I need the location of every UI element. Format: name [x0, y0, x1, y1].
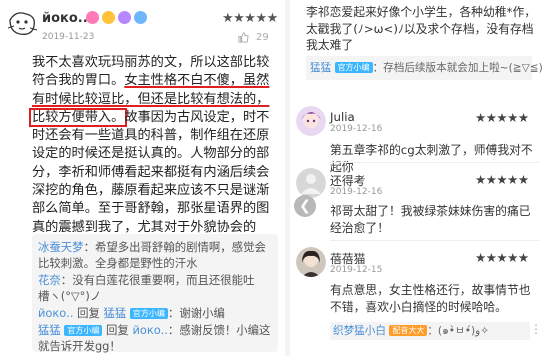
reply-item[interactable]: 猛猛 官方小编 回复 йoко..：感谢反馈！小编这就告诉开发gg！	[38, 322, 272, 354]
reply-author[interactable]: 猛猛	[310, 62, 331, 74]
like-count: 29	[256, 32, 269, 43]
reply-item[interactable]: 织梦猛小白 配音大大 ：(๑•̀ㅂ•́)و✧	[330, 322, 530, 340]
official-editor-tag: 官方小编	[129, 308, 168, 319]
player-badge-icon	[118, 11, 131, 24]
medal-badge-icon	[102, 11, 115, 24]
review-part-4: 故事因为古风设定，时不时还会有一些道具的科普，制作组在还原设定的时候还是挺认真的…	[32, 109, 270, 253]
rating-stars: ★★★★★	[475, 250, 529, 265]
reply-author[interactable]: 猛猛	[38, 323, 61, 337]
reply-verb: 回复	[102, 323, 133, 337]
username[interactable]: йoко..	[42, 11, 88, 26]
reply-target[interactable]: йoко..	[132, 323, 167, 337]
comment-text: 李祁恋爱起来好像个小学生，各种幼稚*作，太戳我了(ﾉ>ω<)ﾉ以及求个存档，没有…	[306, 5, 537, 53]
user-badges	[86, 11, 147, 24]
reply-text: ：存档后续版本就会加上啦~(≧▽≦)/~	[372, 62, 542, 74]
more-options-icon[interactable]: ⋮	[530, 322, 542, 336]
reply-verb: 回复	[73, 306, 104, 320]
reply-author[interactable]: 织梦猛小白	[333, 325, 386, 337]
comment-text: 有点意思，女主性格还行，故事情节也不错，喜欢小白摘怪的时候哈哈。	[330, 283, 531, 314]
like-icon[interactable]	[238, 32, 249, 43]
vip-badge-icon	[134, 11, 147, 24]
user-avatar[interactable]	[296, 106, 326, 136]
rating-stars: ★★★★★	[475, 172, 529, 187]
review-panel-left: йoко.. ★★★★★ 2019-11-23 29 我不太喜欢玩玛丽苏的文，所…	[0, 0, 284, 356]
user-avatar[interactable]	[296, 168, 326, 198]
reply-author[interactable]: йoко..	[38, 306, 73, 320]
comment-date: 2019-12-16	[330, 124, 383, 134]
review-text: 我不太喜欢玩玛丽苏的文，所以这部比较符合我的胃口。女主性格不白不傻，虽然有时候比…	[29, 54, 278, 255]
level-badge-icon	[86, 11, 99, 24]
reply-item[interactable]: йoко.. 回复 猛猛 官方小编 ：谢谢小编	[38, 305, 272, 321]
reply-item[interactable]: 猛猛 官方小编 ：存档后续版本就会加上啦~(≧▽≦)/~	[306, 56, 542, 80]
official-editor-tag: 官方小编	[334, 62, 373, 73]
user-avatar[interactable]	[296, 247, 326, 277]
reply-author[interactable]: 花奈	[38, 273, 61, 287]
comment-text: 第五章李祁的cg太刺激了，师傅我对不起你	[330, 143, 533, 174]
reply-text: ：(๑•̀ㅂ•́)و✧	[427, 325, 490, 337]
comment-date: 2019-12-16	[330, 187, 383, 197]
reply-target[interactable]: 猛猛	[104, 306, 127, 320]
reply-list: 冰蚕天梦：希望多出哥舒翰的剧情啊，感觉会比较刺激。全身都是野性的汗水 花奈：没有…	[32, 234, 278, 354]
official-editor-tag: 官方小编	[64, 325, 103, 336]
review-date: 2019-11-23	[42, 32, 95, 42]
comment-divider	[330, 162, 540, 163]
comment-divider	[330, 240, 540, 241]
reply-item[interactable]: 花奈：没有白莲花很重要啊，而且还很能吐槽ヽ(°▽°)ノ	[38, 272, 272, 304]
chevron-left-icon[interactable]: ❮	[294, 195, 316, 217]
reply-item[interactable]: 冰蚕天梦：希望多出哥舒翰的剧情啊，感觉会比较刺激。全身都是野性的汗水	[38, 239, 272, 271]
comment-text: 祁哥太甜了！我被绿茶妹妹伤害的痛已经治愈了！	[330, 204, 531, 235]
review-panel-right: 李祁恋爱起来好像个小学生，各种幼稚*作，太戳我了(ﾉ>ω<)ﾉ以及求个存档，没有…	[290, 0, 542, 356]
review-highlight-2: 比较方便带入。	[29, 107, 128, 127]
voice-actor-tag: 配音大大	[389, 325, 428, 336]
rating-stars: ★★★★★	[222, 11, 278, 26]
reply-author[interactable]: 冰蚕天梦	[38, 240, 84, 254]
reply-text: ：谢谢小编	[167, 306, 225, 320]
rating-stars: ★★★★★	[475, 110, 529, 125]
comment-author[interactable]: Julia	[330, 110, 355, 124]
doodle-avatar[interactable]	[6, 8, 38, 38]
reply-text: ：没有白莲花很重要啊，而且还很能吐槽ヽ(°▽°)ノ	[38, 273, 255, 303]
comment-date: 2019-12-15	[330, 265, 383, 275]
